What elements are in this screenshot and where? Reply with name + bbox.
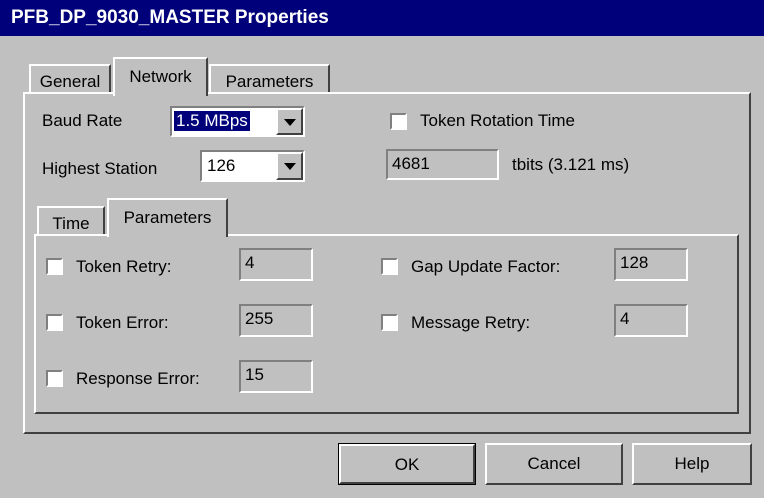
- chevron-down-icon: [283, 163, 296, 170]
- tab-parameters-label: Parameters: [225, 72, 314, 91]
- gap-update-factor-label: Gap Update Factor:: [411, 257, 561, 276]
- tab-network-label: Network: [129, 67, 192, 86]
- ok-button-label: OK: [394, 455, 420, 474]
- response-error-value: 15: [245, 365, 264, 384]
- cancel-button[interactable]: Cancel: [485, 443, 623, 485]
- title-bar[interactable]: PFB_DP_9030_MASTER Properties: [0, 0, 764, 36]
- token-retry-checkbox[interactable]: [46, 258, 63, 275]
- baud-rate-dropdown-button[interactable]: [276, 108, 303, 135]
- chevron-down-icon: [283, 118, 296, 126]
- token-retry-label: Token Retry:: [76, 257, 172, 276]
- subtab-parameters[interactable]: Parameters: [107, 198, 228, 237]
- token-rotation-units: tbits (3.121 ms): [512, 155, 630, 174]
- message-retry-label: Message Retry:: [411, 313, 531, 332]
- tab-network[interactable]: Network: [113, 57, 208, 96]
- token-error-field: 255: [239, 304, 313, 337]
- token-retry-value: 4: [245, 253, 255, 272]
- tab-general[interactable]: General: [29, 64, 111, 94]
- highest-station-dropdown-button[interactable]: [276, 152, 303, 180]
- window-title: PFB_DP_9030_MASTER Properties: [11, 7, 329, 28]
- gap-update-factor-field: 128: [614, 248, 688, 281]
- token-error-label: Token Error:: [76, 313, 169, 332]
- gap-update-factor-checkbox[interactable]: [381, 258, 398, 275]
- highest-station-select[interactable]: 126: [200, 150, 305, 182]
- tab-parameters[interactable]: Parameters: [209, 64, 330, 94]
- subtab-time[interactable]: Time: [37, 206, 105, 236]
- token-error-checkbox[interactable]: [46, 314, 63, 331]
- token-rotation-field: 4681: [386, 149, 499, 180]
- help-button-label: Help: [674, 454, 710, 473]
- subtab-parameters-label: Parameters: [123, 208, 212, 227]
- response-error-label: Response Error:: [76, 369, 200, 388]
- cancel-button-label: Cancel: [527, 454, 581, 473]
- token-rotation-label: Token Rotation Time: [420, 111, 575, 130]
- response-error-checkbox[interactable]: [46, 370, 63, 387]
- message-retry-value: 4: [620, 309, 630, 328]
- gap-update-factor-value: 128: [620, 253, 649, 272]
- help-button[interactable]: Help: [632, 443, 752, 485]
- message-retry-field: 4: [614, 304, 688, 337]
- ok-button[interactable]: OK: [338, 443, 476, 485]
- message-retry-checkbox[interactable]: [381, 314, 398, 331]
- token-rotation-value: 4681: [392, 154, 430, 173]
- subtab-time-label: Time: [52, 214, 90, 233]
- response-error-field: 15: [239, 360, 313, 393]
- baud-rate-value: 1.5 MBps: [174, 111, 250, 131]
- tab-general-label: General: [39, 72, 101, 91]
- baud-rate-select[interactable]: 1.5 MBps: [170, 106, 305, 137]
- baud-rate-label: Baud Rate: [42, 111, 123, 130]
- token-retry-field: 4: [239, 248, 313, 281]
- highest-station-value: 126: [207, 156, 236, 175]
- token-rotation-checkbox[interactable]: [390, 113, 407, 130]
- token-error-value: 255: [245, 309, 274, 328]
- highest-station-label: Highest Station: [42, 159, 158, 178]
